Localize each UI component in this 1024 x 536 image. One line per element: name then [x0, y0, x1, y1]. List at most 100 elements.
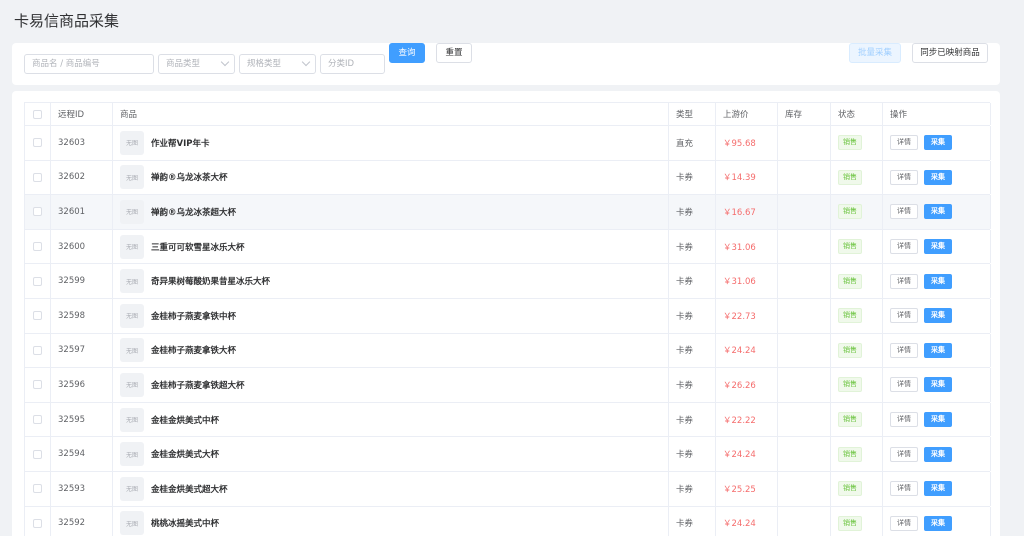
product-cell: 无图 奇异果树莓酸奶果昔星冰乐大杯 — [113, 264, 669, 298]
column-ops: 操作 — [883, 103, 991, 125]
table-header: 远程ID 商品 类型 上游价 库存 状态 操作 — [25, 103, 991, 126]
status-cell: 销售 — [831, 333, 883, 368]
product-type: 卡券 — [669, 506, 716, 536]
detail-button[interactable]: 详情 — [890, 446, 918, 462]
row-checkbox-cell — [25, 437, 51, 471]
row-checkbox[interactable] — [33, 172, 42, 182]
upstream-price: ￥24.24 — [716, 506, 778, 536]
column-status: 状态 — [831, 103, 883, 125]
row-checkbox[interactable] — [33, 518, 42, 528]
status-cell: 销售 — [831, 298, 883, 333]
status-cell: 销售 — [831, 402, 883, 437]
upstream-price: ￥24.24 — [716, 437, 778, 471]
product-thumbnail: 无图 — [120, 269, 144, 294]
collect-button[interactable]: 采集 — [924, 377, 952, 393]
select-all-checkbox[interactable] — [33, 109, 42, 119]
row-checkbox[interactable] — [33, 345, 42, 355]
collect-button[interactable]: 采集 — [924, 169, 952, 185]
table-row: 32596 无图 金桂柿子燕麦拿铁超大杯 卡券 ￥26.26 销售 详情 采集 — [25, 368, 991, 403]
product-cell: 无图 金桂柿子燕麦拿铁大杯 — [113, 333, 669, 368]
row-checkbox[interactable] — [33, 449, 42, 459]
table-row: 32593 无图 金桂金烘美式超大杯 卡券 ￥25.25 销售 详情 采集 — [25, 471, 991, 507]
collect-button[interactable]: 采集 — [924, 273, 952, 289]
upstream-price: ￥31.06 — [716, 264, 778, 298]
row-checkbox[interactable] — [33, 311, 42, 321]
product-thumbnail: 无图 — [120, 372, 144, 397]
spec-type-select[interactable]: 规格类型 — [239, 54, 316, 74]
collect-button[interactable]: 采集 — [924, 308, 952, 324]
detail-button[interactable]: 详情 — [890, 481, 918, 497]
collect-button[interactable]: 采集 — [924, 446, 952, 462]
remote-id: 32599 — [51, 264, 113, 298]
remote-id: 32593 — [51, 471, 113, 506]
status-cell: 销售 — [831, 471, 883, 506]
product-thumbnail: 无图 — [120, 130, 144, 155]
detail-button[interactable]: 详情 — [890, 204, 918, 220]
table-row: 32601 无图 禅韵®乌龙冰茶超大杯 卡券 ￥16.67 销售 详情 采集 — [25, 195, 991, 230]
product-name: 金桂柿子燕麦拿铁超大杯 — [151, 380, 245, 391]
upstream-price: ￥14.39 — [716, 160, 778, 195]
detail-button[interactable]: 详情 — [890, 308, 918, 324]
remote-id: 32596 — [51, 368, 113, 402]
product-type: 卡券 — [669, 402, 716, 437]
collect-button[interactable]: 采集 — [924, 239, 952, 255]
row-checkbox-cell — [25, 160, 51, 195]
detail-button[interactable]: 详情 — [890, 412, 918, 428]
collect-button[interactable]: 采集 — [924, 515, 952, 531]
keyword-input[interactable]: 商品名 / 商品编号 — [24, 54, 154, 74]
category-placeholder: 分类ID — [328, 59, 355, 69]
detail-button[interactable]: 详情 — [890, 515, 918, 531]
detail-button[interactable]: 详情 — [890, 239, 918, 255]
product-type-select[interactable]: 商品类型 — [158, 54, 235, 74]
detail-button[interactable]: 详情 — [890, 377, 918, 393]
row-checkbox[interactable] — [33, 415, 42, 425]
sync-mapped-button[interactable]: 同步已映射商品 — [912, 43, 988, 63]
stock — [778, 160, 831, 195]
product-type: 卡券 — [669, 333, 716, 368]
product-cell: 无图 金桂柿子燕麦拿铁中杯 — [113, 298, 669, 333]
row-checkbox-cell — [25, 402, 51, 437]
detail-button[interactable]: 详情 — [890, 342, 918, 358]
query-button[interactable]: 查询 — [389, 43, 425, 63]
product-type: 卡券 — [669, 264, 716, 298]
collect-button[interactable]: 采集 — [924, 481, 952, 497]
reset-button[interactable]: 重置 — [436, 43, 472, 63]
row-checkbox[interactable] — [33, 242, 42, 252]
collect-button[interactable]: 采集 — [924, 412, 952, 428]
collect-button[interactable]: 采集 — [924, 342, 952, 358]
row-checkbox-cell — [25, 126, 51, 160]
row-checkbox[interactable] — [33, 484, 42, 494]
status-badge: 销售 — [838, 515, 862, 531]
status-badge: 销售 — [838, 273, 862, 289]
status-badge: 销售 — [838, 412, 862, 428]
table-row: 32595 无图 金桂金烘美式中杯 卡券 ￥22.22 销售 详情 采集 — [25, 402, 991, 438]
product-type: 卡券 — [669, 229, 716, 264]
stock — [778, 506, 831, 536]
row-checkbox[interactable] — [33, 138, 42, 148]
row-checkbox-cell — [25, 368, 51, 402]
category-id-input[interactable]: 分类ID — [320, 54, 385, 74]
detail-button[interactable]: 详情 — [890, 273, 918, 289]
product-name: 禅韵®乌龙冰茶大杯 — [151, 173, 228, 184]
stock — [778, 402, 831, 437]
stock — [778, 229, 831, 264]
collect-button[interactable]: 采集 — [924, 135, 952, 151]
row-checkbox[interactable] — [33, 276, 42, 286]
product-cell: 无图 禅韵®乌龙冰茶大杯 — [113, 160, 669, 195]
status-badge: 销售 — [838, 377, 862, 393]
row-checkbox-cell — [25, 471, 51, 506]
ops-cell: 详情 采集 — [883, 471, 991, 506]
status-badge: 销售 — [838, 308, 862, 324]
detail-button[interactable]: 详情 — [890, 135, 918, 151]
row-checkbox[interactable] — [33, 380, 42, 390]
product-cell: 无图 金桂金烘美式超大杯 — [113, 471, 669, 506]
status-cell: 销售 — [831, 437, 883, 471]
row-checkbox[interactable] — [33, 207, 42, 217]
stock — [778, 333, 831, 368]
product-name: 金桂金烘美式大杯 — [151, 450, 220, 461]
batch-collect-button[interactable]: 批量采集 — [849, 43, 901, 63]
collect-button[interactable]: 采集 — [924, 204, 952, 220]
stock — [778, 195, 831, 229]
detail-button[interactable]: 详情 — [890, 169, 918, 185]
status-badge: 销售 — [838, 169, 862, 185]
